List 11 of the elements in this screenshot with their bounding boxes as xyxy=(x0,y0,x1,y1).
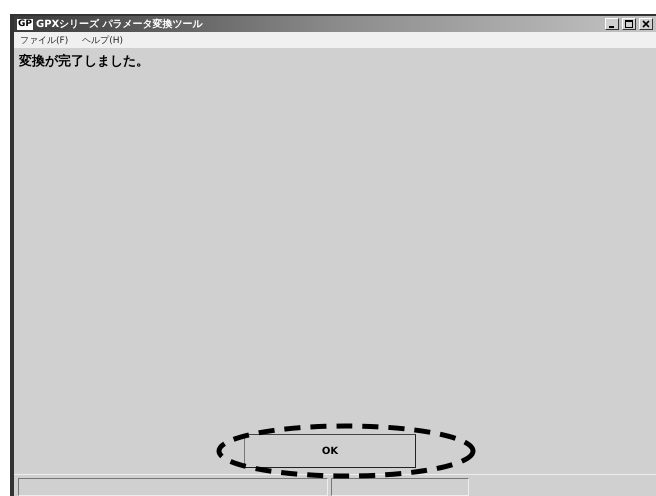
maximize-icon xyxy=(625,20,633,28)
minimize-button[interactable] xyxy=(605,18,619,30)
close-icon xyxy=(642,20,650,28)
ok-button[interactable]: OK xyxy=(244,434,416,468)
close-button[interactable] xyxy=(639,18,653,30)
app-icon: GP xyxy=(17,18,33,30)
menu-item[interactable]: ファイル(F) xyxy=(20,34,68,46)
maximize-button[interactable] xyxy=(622,18,636,30)
window-title: GPXシリーズ パラメータ変換ツール xyxy=(36,17,204,31)
menu-item[interactable]: ヘルプ(H) xyxy=(82,34,123,46)
completion-message: 変換が完了しました。 xyxy=(19,52,150,70)
